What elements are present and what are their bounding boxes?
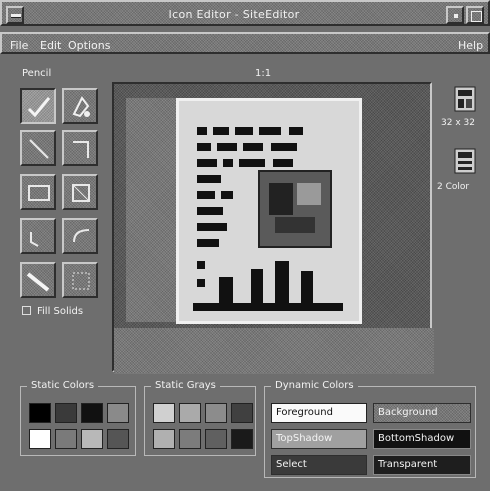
icon-editor-window: Icon Editor - SiteEditor File Edit Optio… <box>0 0 490 491</box>
tool-rectangle[interactable] <box>20 174 56 210</box>
circle-icon <box>30 232 39 247</box>
minimize-button[interactable] <box>446 6 464 24</box>
select-color-button[interactable]: Select <box>271 455 367 475</box>
menu-help[interactable]: Help <box>458 39 483 52</box>
ellipse-icon <box>73 229 90 243</box>
icon-canvas[interactable] <box>176 98 362 324</box>
static-color-swatch[interactable] <box>29 429 51 449</box>
static-color-swatch[interactable] <box>81 403 103 423</box>
icon-pixel-drawing <box>193 127 343 311</box>
static-color-swatch[interactable] <box>107 403 129 423</box>
fill-solids-toggle[interactable]: Fill Solids <box>22 306 83 317</box>
icon-size-label: 32 x 32 <box>441 118 475 128</box>
menu-bar: File Edit Options Help <box>0 32 490 54</box>
menu-file[interactable]: File <box>10 39 28 52</box>
rectangle-icon <box>28 185 50 201</box>
static-color-swatch[interactable] <box>81 429 103 449</box>
static-gray-swatch[interactable] <box>153 429 175 449</box>
polygon-icon <box>72 184 90 202</box>
icon-canvas-area[interactable] <box>112 82 434 374</box>
pencil-icon <box>27 97 51 118</box>
menu-options[interactable]: Options <box>68 39 110 52</box>
fill-solids-label: Fill Solids <box>37 306 84 317</box>
static-colors-group: Static Colors <box>20 380 136 456</box>
tool-line[interactable] <box>20 130 56 166</box>
background-button[interactable]: Background <box>373 403 471 423</box>
bottom-shadow-button[interactable]: BottomShadow <box>373 429 471 449</box>
window-title: Icon Editor - SiteEditor <box>168 8 300 21</box>
tool-flood-fill[interactable] <box>62 88 98 124</box>
color-depth-icon[interactable] <box>454 148 478 174</box>
static-gray-swatch[interactable] <box>179 403 201 423</box>
static-grays-title: Static Grays <box>151 380 220 391</box>
tool-select[interactable] <box>62 262 98 298</box>
top-shadow-button[interactable]: TopShadow <box>271 429 367 449</box>
maximize-button[interactable] <box>466 6 484 24</box>
polyline-icon <box>73 141 89 158</box>
color-depth-label: 2 Color <box>437 182 470 192</box>
menu-edit[interactable]: Edit <box>40 39 61 52</box>
tool-eraser[interactable] <box>20 262 56 298</box>
static-gray-swatch[interactable] <box>153 403 175 423</box>
title-bar[interactable]: Icon Editor - SiteEditor <box>0 0 490 26</box>
tool-palette <box>20 88 102 300</box>
flood-fill-icon <box>72 96 90 118</box>
static-color-swatch[interactable] <box>29 403 51 423</box>
line-icon <box>29 139 49 159</box>
static-color-swatch[interactable] <box>55 429 77 449</box>
static-gray-swatch[interactable] <box>231 429 253 449</box>
static-color-swatch[interactable] <box>107 429 129 449</box>
transparent-button[interactable]: Transparent <box>373 455 471 475</box>
static-gray-swatch[interactable] <box>205 429 227 449</box>
dynamic-colors-title: Dynamic Colors <box>271 380 358 391</box>
current-tool-label: Pencil <box>22 68 52 79</box>
window-menu-button[interactable] <box>6 6 24 24</box>
static-colors-title: Static Colors <box>27 380 99 391</box>
fill-solids-checkbox[interactable] <box>22 306 31 315</box>
icon-size-icon[interactable] <box>454 86 478 112</box>
dynamic-colors-group: Dynamic Colors Foreground Background Top… <box>264 380 476 478</box>
tool-circle[interactable] <box>20 218 56 254</box>
static-gray-swatch[interactable] <box>231 403 253 423</box>
static-gray-swatch[interactable] <box>179 429 201 449</box>
static-gray-swatch[interactable] <box>205 403 227 423</box>
canvas-scroll-region <box>114 328 434 374</box>
tool-polygon[interactable] <box>62 174 98 210</box>
foreground-button[interactable]: Foreground <box>271 403 367 423</box>
static-color-swatch[interactable] <box>55 403 77 423</box>
tool-pencil[interactable] <box>20 88 56 124</box>
tool-ellipse[interactable] <box>62 218 98 254</box>
canvas-ruler <box>126 98 178 322</box>
eraser-icon <box>26 272 50 292</box>
zoom-label: 1:1 <box>255 68 272 79</box>
select-icon <box>72 272 90 290</box>
static-grays-group: Static Grays <box>144 380 256 456</box>
tool-polyline[interactable] <box>62 130 98 166</box>
